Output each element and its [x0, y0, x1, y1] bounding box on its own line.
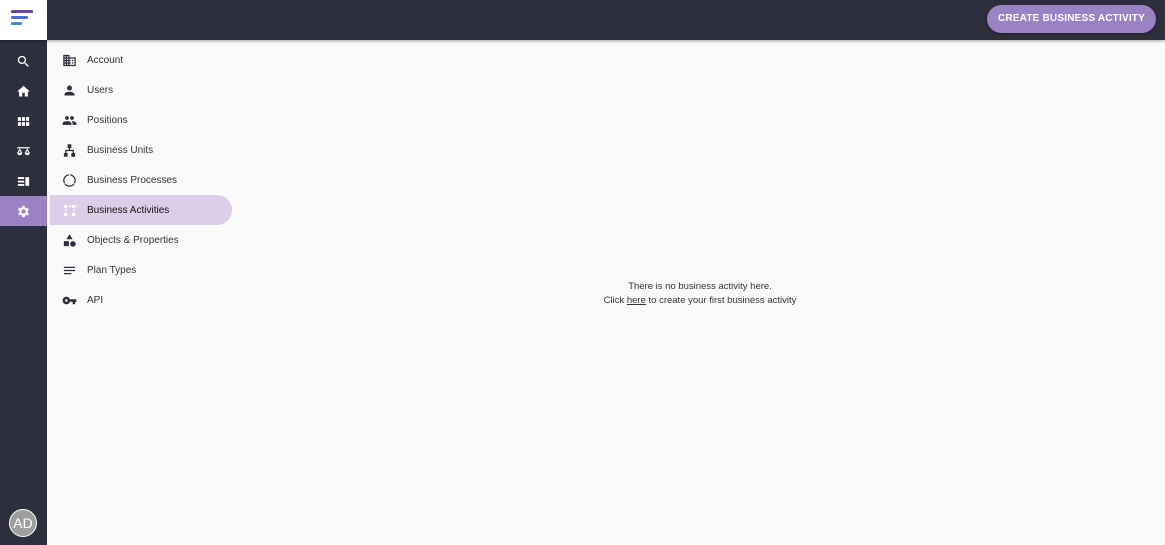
nav-item-label: Objects & Properties: [87, 234, 179, 246]
person-icon: [61, 82, 77, 98]
nav-item-business-units[interactable]: Business Units: [50, 135, 232, 165]
create-business-activity-button[interactable]: CREATE BUSINESS ACTIVITY: [986, 5, 1156, 33]
cycle-icon: [61, 172, 77, 188]
empty-state-prefix: Click: [603, 294, 625, 306]
logo-stripe: [11, 16, 28, 19]
nav-item-label: Plan Types: [87, 264, 137, 276]
empty-state-suffix: to create your first business activity: [648, 294, 797, 306]
empty-state-message: There is no business activity here.: [628, 281, 772, 292]
nav-item-users[interactable]: Users: [50, 75, 232, 105]
list-icon: [17, 176, 30, 186]
rail-list-button[interactable]: [0, 166, 47, 196]
user-avatar[interactable]: AD: [9, 509, 37, 537]
nav-item-label: Business Units: [87, 144, 154, 156]
empty-state: There is no business activity here. Clic…: [500, 280, 900, 307]
logo-stripe: [11, 22, 22, 25]
nav-item-account[interactable]: Account: [50, 45, 232, 75]
rail-home-button[interactable]: [0, 76, 47, 106]
nav-item-label: API: [87, 294, 104, 306]
scale-icon: [17, 146, 30, 155]
nav-item-api[interactable]: API: [50, 285, 232, 315]
lines-icon: [61, 262, 77, 278]
nav-item-label: Business Processes: [87, 174, 178, 186]
nav-item-plan-types[interactable]: Plan Types: [50, 255, 232, 285]
gear-icon: [18, 205, 29, 217]
nav-item-business-activities[interactable]: Business Activities: [50, 195, 232, 225]
flow-icon: [61, 202, 77, 218]
building-icon: [61, 52, 77, 68]
home-icon: [17, 85, 30, 96]
app-logo[interactable]: [0, 0, 47, 40]
dashboard-icon: [17, 116, 30, 126]
empty-state-cta: Click here to create your first business…: [500, 294, 900, 308]
nav-item-label: Positions: [87, 114, 128, 126]
rail-search-button[interactable]: [0, 46, 47, 76]
nav-item-label: Business Activities: [87, 204, 170, 216]
nav-item-positions[interactable]: Positions: [50, 105, 232, 135]
nav-item-label: Users: [87, 84, 114, 96]
left-rail: AD: [0, 40, 47, 545]
rail-scale-button[interactable]: [0, 136, 47, 166]
nav-item-objects-properties[interactable]: Objects & Properties: [50, 225, 232, 255]
shapes-icon: [61, 232, 77, 248]
create-first-activity-link[interactable]: here: [627, 295, 646, 306]
rail-dashboard-button[interactable]: [0, 106, 47, 136]
logo-stripe: [11, 10, 33, 13]
nav-item-label: Account: [87, 54, 124, 66]
rail-settings-button[interactable]: [0, 196, 47, 226]
key-icon: [61, 292, 77, 308]
nav-item-business-processes[interactable]: Business Processes: [50, 165, 232, 195]
top-bar: CREATE BUSINESS ACTIVITY: [0, 0, 1165, 40]
search-icon: [17, 55, 29, 67]
people-icon: [61, 112, 77, 128]
hierarchy-icon: [61, 142, 77, 158]
